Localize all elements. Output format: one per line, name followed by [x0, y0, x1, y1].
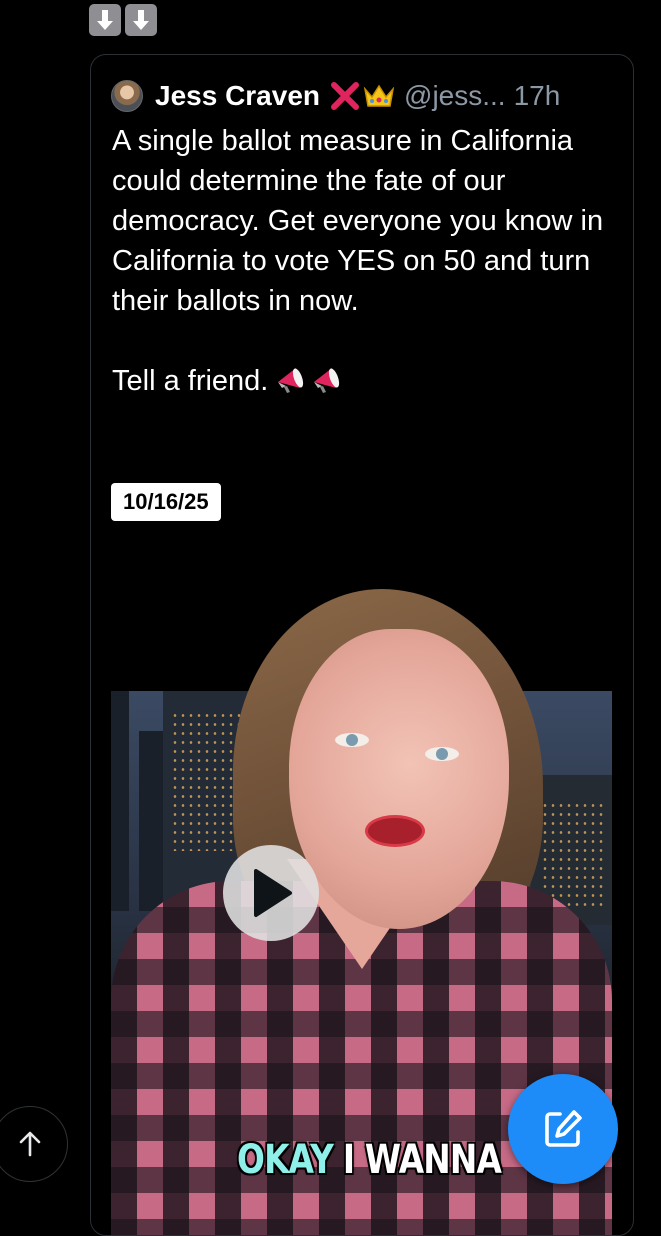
- play-button[interactable]: [223, 845, 319, 941]
- video-caption: OKAY I WANNA: [237, 1137, 502, 1183]
- author-avatar[interactable]: [111, 80, 143, 112]
- scroll-to-top-button[interactable]: [0, 1106, 68, 1182]
- cross-mark-icon: [328, 81, 362, 111]
- caption-words: I WANNA: [342, 1137, 502, 1183]
- quoted-post-body: A single ballot measure in California co…: [112, 125, 604, 397]
- down-arrow-icon: [125, 4, 157, 36]
- quoted-post-text: A single ballot measure in California co…: [112, 121, 617, 401]
- mouth: [365, 815, 425, 847]
- play-icon: [254, 869, 292, 917]
- megaphone-icon: [314, 368, 340, 393]
- person-face: [289, 629, 509, 929]
- caption-word-highlight: OKAY: [237, 1137, 334, 1183]
- building: [111, 691, 129, 911]
- author-display-name[interactable]: Jess Craven: [155, 80, 320, 112]
- down-arrow-icon: [89, 4, 121, 36]
- megaphone-emojis: [274, 362, 344, 396]
- quoted-post-card[interactable]: Jess Craven @jess... 17h A single ballot…: [90, 54, 634, 1236]
- compose-icon: [545, 1110, 582, 1147]
- right-eye: [425, 747, 459, 761]
- post-timestamp[interactable]: 17h: [514, 80, 561, 112]
- down-arrow-emojis: [89, 4, 157, 36]
- building-lights: [541, 801, 607, 911]
- date-badge: 10/16/25: [111, 483, 221, 521]
- left-eye: [335, 733, 369, 747]
- quoted-post-author-row: Jess Craven @jess... 17h: [111, 79, 560, 113]
- megaphone-icon: [278, 368, 304, 393]
- author-handle[interactable]: @jess...: [404, 80, 506, 112]
- crown-icon: [362, 81, 396, 111]
- arrow-up-icon: [19, 1131, 41, 1157]
- compose-button[interactable]: [508, 1074, 618, 1184]
